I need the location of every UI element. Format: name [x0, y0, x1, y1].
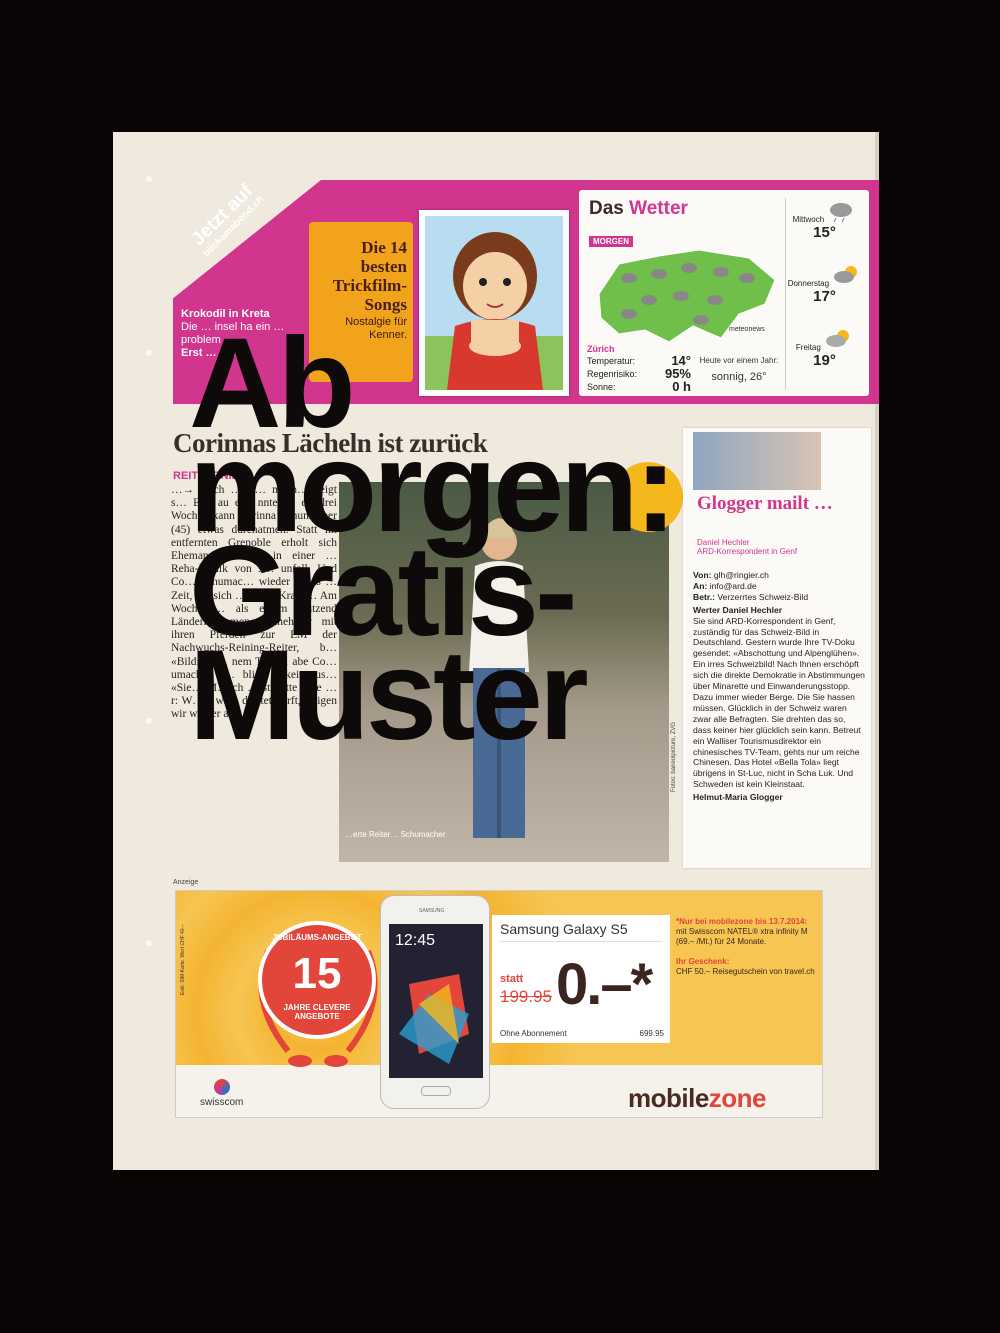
column-box: Glogger mailt … Daniel Hechler ARD-Korre… [683, 428, 871, 868]
home-button [421, 1086, 451, 1096]
badge-number: 15 [292, 949, 342, 998]
mail-from: glh@ringier.ch [713, 570, 769, 580]
mobilezone-logo: mobilezone [628, 1083, 767, 1114]
ad-label: Anzeige [173, 879, 199, 886]
gift-text: CHF 50.– Reisegutschein von travel.ch [676, 967, 815, 976]
day-temp: 19° [813, 352, 836, 369]
anniversary-badge: JUBILÄUMS-ANGEBOT 15 JAHRE CLEVERE ANGEB… [258, 921, 376, 1039]
phone-brand: SAMSUNG [419, 908, 445, 914]
forecast-day: Freitag 19° [786, 326, 863, 390]
column-title[interactable]: Glogger mailt … [697, 494, 833, 514]
photo-caption: …erte Reiter… Schumacher [345, 830, 446, 839]
badge-ring-text: JUBILÄUMS-ANGEBOT [272, 933, 362, 942]
author-portrait [693, 432, 821, 490]
phone-time: 12:45 [395, 932, 436, 949]
mail-signature: Helmut-Maria Glogger [693, 792, 783, 803]
weather-title-b: Wetter [629, 198, 688, 219]
mail-text: Von: glh@ringier.ch An: info@ard.de Betr… [693, 570, 865, 803]
conditions-title: *Nur bei mobilezone bis 13.7.2014: [676, 917, 808, 926]
mail-to: info@ard.de [709, 580, 757, 591]
offer-box[interactable]: Samsung Galaxy S5 statt 199.95 0.–* Ohne… [492, 915, 670, 1043]
offer-conditions: *Nur bei mobilezone bis 13.7.2014: mit S… [676, 917, 816, 977]
forecast-day: Mittwoch 15° [786, 198, 863, 262]
badge-subtitle: JAHRE CLEVERE ANGEBOTE [283, 1003, 351, 1021]
weather-title: Das Wetter [589, 198, 688, 220]
gift-title: Ihr Geschenk: [676, 957, 730, 966]
day-temp: 17° [813, 288, 836, 305]
morgen-tag: MORGEN [589, 236, 633, 247]
trickfilm-title: Die 14 besten Trickfilm-Songs [332, 238, 407, 314]
staple-hole [146, 718, 152, 724]
forecast-days: Mittwoch 15° Donnerstag 17° Freitag 19° [785, 198, 863, 390]
column-byline: Daniel Hechler ARD-Korrespondent in Genf [697, 538, 797, 556]
last-year: Heute vor einem Jahr: sonnig, 26° [699, 356, 779, 383]
newspaper-page: Jetzt auf blickamabend.ch Krokodil in Kr… [113, 132, 879, 1170]
staple-hole [146, 350, 152, 356]
weather-title-a: Das [589, 198, 624, 219]
offer-price: 0.–* [556, 952, 653, 1017]
last-year-value: sonnig, 26° [711, 371, 767, 383]
without-contract: Ohne Abonnement [500, 1029, 567, 1038]
advertisement[interactable]: JUBILÄUMS-ANGEBOT 15 JAHRE CLEVERE ANGEB… [175, 890, 823, 1118]
day-temp: 15° [813, 224, 836, 241]
without-contract-price: 699.95 [639, 1029, 664, 1038]
last-year-label: Heute vor einem Jahr: [699, 356, 779, 365]
swisscom-logo: swisscom [200, 1079, 243, 1108]
mobilezone-a: mobile [628, 1083, 709, 1113]
staple-hole [146, 176, 152, 182]
statt-label: statt [500, 973, 524, 985]
overprint-headline: Ab morgen: Gratis- Muster [189, 320, 677, 767]
phone-image: SAMSUNG 12:45 [380, 895, 490, 1109]
mail-subject: Verzerrtes Schweiz-Bild [717, 591, 809, 602]
meteonews-logo: meteonews [729, 326, 765, 333]
rain-cloud-icon [830, 203, 853, 223]
product-name: Samsung Galaxy S5 [500, 921, 662, 942]
day-name: Mittwoch [792, 215, 825, 224]
ad-side-note: Exkl. SIM-Karte. Wert CHF 40.– [180, 924, 186, 995]
day-name: Donnerstag [787, 279, 830, 288]
phone-screen: 12:45 [389, 924, 483, 1078]
day-name: Freitag [795, 343, 821, 352]
staple-hole [146, 940, 152, 946]
forecast-day: Donnerstag 17° [786, 262, 863, 326]
conditions-text: mit Swisscom NATEL® xtra infinity M (69.… [676, 927, 808, 946]
byline-name: Daniel Hechler [697, 538, 750, 547]
sun-cloud-icon [834, 266, 858, 283]
byline-role: ARD-Korrespondent in Genf [697, 547, 798, 556]
mail-greeting: Werter Daniel Hechler [693, 604, 783, 615]
mobilezone-b: zone [708, 1083, 767, 1113]
sun-cloud-icon [826, 330, 850, 347]
swisscom-wordmark: swisscom [200, 1097, 244, 1108]
mail-body: Sie sind ARD-Korrespondent in Genf, zust… [693, 615, 865, 790]
stat-value: 0 h [672, 379, 691, 394]
old-price: 199.95 [500, 987, 552, 1006]
swisscom-icon [213, 1079, 230, 1095]
overprint-line: Muster [189, 624, 589, 767]
